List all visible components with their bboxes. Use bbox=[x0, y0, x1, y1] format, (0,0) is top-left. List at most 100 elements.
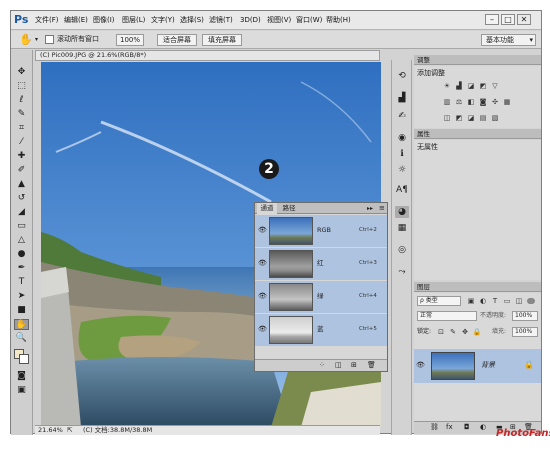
brightness-icon[interactable]: ☀ bbox=[442, 82, 452, 91]
histogram-icon[interactable]: ▟ bbox=[395, 92, 409, 104]
path-select-tool-icon[interactable]: ➤ bbox=[14, 291, 29, 302]
menu-filter[interactable]: 滤镜(T) bbox=[209, 14, 233, 26]
quick-mask-icon[interactable]: ◙ bbox=[14, 371, 29, 382]
hand-tool-icon[interactable]: ✋ bbox=[14, 319, 29, 330]
fx-icon[interactable]: fx bbox=[446, 423, 453, 431]
adjust-light-icon[interactable]: ☼ bbox=[395, 164, 409, 176]
menu-select[interactable]: 选择(S) bbox=[180, 14, 204, 26]
exposure-icon[interactable]: ◩ bbox=[478, 82, 488, 91]
brush-preset-icon[interactable]: ✍ bbox=[395, 110, 409, 122]
channel-row-green[interactable]: 👁 绿 Ctrl+4 bbox=[255, 281, 387, 313]
levels-icon[interactable]: ▟ bbox=[454, 82, 464, 91]
lasso-tool-icon[interactable]: ℓ bbox=[14, 95, 29, 106]
channel-mixer-icon[interactable]: ✣ bbox=[490, 98, 500, 107]
swatches-icon[interactable]: ▦ bbox=[395, 222, 409, 234]
brush-tool-icon[interactable]: ✐ bbox=[14, 165, 29, 176]
zoom-tool-icon[interactable]: 🔍 bbox=[14, 333, 29, 344]
blend-mode-select[interactable]: 正常 bbox=[417, 311, 477, 321]
photo-filter-icon[interactable]: ◙ bbox=[478, 98, 488, 107]
quick-select-tool-icon[interactable]: ✎ bbox=[14, 109, 29, 120]
hue-sat-icon[interactable]: ▥ bbox=[442, 98, 452, 107]
minimize-button[interactable]: – bbox=[485, 14, 499, 25]
maximize-button[interactable]: □ bbox=[501, 14, 515, 25]
delete-channel-icon[interactable]: 🗑 bbox=[367, 361, 376, 369]
zoom-100-button[interactable]: 100% bbox=[116, 34, 144, 46]
lock-transparency-icon[interactable]: ⊡ bbox=[436, 328, 446, 337]
threshold-icon[interactable]: ◪ bbox=[466, 114, 476, 123]
filter-type-icon[interactable]: T bbox=[490, 297, 500, 306]
document-tab[interactable]: (C) Pic009.JPG @ 21.6%(RGB/8*) bbox=[35, 50, 380, 61]
lock-all-icon[interactable]: 🔒 bbox=[472, 328, 482, 337]
posterize-icon[interactable]: ◩ bbox=[454, 114, 464, 123]
dodge-tool-icon[interactable]: ● bbox=[14, 249, 29, 260]
menu-3d[interactable]: 3D(D) bbox=[240, 14, 261, 26]
lock-brush-icon[interactable]: ✎ bbox=[448, 328, 458, 337]
link-layers-icon[interactable]: ⛓ bbox=[430, 423, 439, 431]
history-icon[interactable]: ⟲ bbox=[395, 70, 409, 82]
zoom-readout[interactable]: 21.64% bbox=[38, 426, 63, 435]
filter-pixel-icon[interactable]: ▣ bbox=[466, 297, 476, 306]
panel-menu-icon[interactable]: ≡ bbox=[379, 204, 385, 213]
screen-mode-icon[interactable]: ▣ bbox=[14, 385, 29, 396]
gradient-map-icon[interactable]: ▤ bbox=[478, 114, 488, 123]
load-selection-icon[interactable]: ⁘ bbox=[319, 361, 325, 369]
eraser-tool-icon[interactable]: ◢ bbox=[14, 207, 29, 218]
mask-icon[interactable]: ◘ bbox=[464, 423, 470, 431]
layer-filter-select[interactable]: ρ 类型 bbox=[417, 296, 461, 306]
tab-paths[interactable]: 路径 bbox=[279, 203, 299, 214]
scroll-all-checkbox[interactable] bbox=[45, 35, 54, 44]
fill-screen-button[interactable]: 填充屏幕 bbox=[202, 34, 242, 46]
collapse-icon[interactable]: ▸▸ bbox=[367, 204, 373, 213]
layer-row-background[interactable]: 👁 背景 🔒 bbox=[414, 349, 541, 383]
stamp-tool-icon[interactable]: ▲ bbox=[14, 179, 29, 190]
save-selection-icon[interactable]: ◫ bbox=[335, 361, 342, 369]
channel-row-rgb[interactable]: 👁 RGB Ctrl+2 bbox=[255, 215, 387, 247]
eye-icon[interactable]: 👁 bbox=[258, 259, 267, 268]
filter-shape-icon[interactable]: ▭ bbox=[502, 297, 512, 306]
filter-toggle[interactable] bbox=[527, 298, 535, 304]
filter-adjust-icon[interactable]: ◐ bbox=[478, 297, 488, 306]
menu-window[interactable]: 窗口(W) bbox=[296, 14, 322, 26]
fill-input[interactable]: 100% bbox=[512, 327, 538, 337]
new-channel-icon[interactable]: ⊞ bbox=[351, 361, 357, 369]
menu-view[interactable]: 视图(V) bbox=[267, 14, 291, 26]
menu-help[interactable]: 帮助(H) bbox=[326, 14, 351, 26]
adjustment-layer-icon[interactable]: ◐ bbox=[480, 423, 486, 431]
eyedropper-tool-icon[interactable]: ⁄ bbox=[14, 137, 29, 148]
menu-file[interactable]: 文件(F) bbox=[35, 14, 59, 26]
color-lookup-icon[interactable]: ▦ bbox=[502, 98, 512, 107]
channel-row-red[interactable]: 👁 红 Ctrl+3 bbox=[255, 248, 387, 280]
tab-channels[interactable]: 通道 bbox=[257, 203, 277, 214]
workspace-select[interactable]: 基本功能 ▾ bbox=[481, 34, 536, 46]
marquee-tool-icon[interactable]: ⬚ bbox=[14, 81, 29, 92]
color-icon[interactable]: ◉ bbox=[395, 132, 409, 144]
menu-type[interactable]: 文字(Y) bbox=[151, 14, 175, 26]
styles-icon[interactable]: ◎ bbox=[395, 244, 409, 256]
crop-tool-icon[interactable]: ⌗ bbox=[14, 123, 29, 134]
menu-layer[interactable]: 图层(L) bbox=[122, 14, 145, 26]
export-icon[interactable]: ⇱ bbox=[67, 426, 72, 435]
selective-color-icon[interactable]: ▧ bbox=[490, 114, 500, 123]
eye-icon[interactable]: 👁 bbox=[258, 292, 267, 301]
healing-tool-icon[interactable]: ✚ bbox=[14, 151, 29, 162]
color-balance-icon[interactable]: ⚖ bbox=[454, 98, 464, 107]
close-button[interactable]: ✕ bbox=[517, 14, 531, 25]
lock-move-icon[interactable]: ✥ bbox=[460, 328, 470, 337]
type-tool-icon[interactable]: T bbox=[14, 277, 29, 288]
eye-icon[interactable]: 👁 bbox=[258, 325, 267, 334]
hand-icon[interactable]: ✋ bbox=[19, 33, 33, 46]
menu-image[interactable]: 图像(I) bbox=[93, 14, 115, 26]
gradient-tool-icon[interactable]: ▭ bbox=[14, 221, 29, 232]
character-icon[interactable]: A¶ bbox=[395, 184, 409, 196]
menu-edit[interactable]: 编辑(E) bbox=[64, 14, 88, 26]
filter-smart-icon[interactable]: ◫ bbox=[514, 297, 524, 306]
chevron-down-icon[interactable]: ▾ bbox=[35, 36, 38, 44]
fit-screen-button[interactable]: 适合屏幕 bbox=[157, 34, 197, 46]
channel-row-blue[interactable]: 👁 蓝 Ctrl+5 bbox=[255, 314, 387, 346]
move-tool-icon[interactable]: ✥ bbox=[14, 67, 29, 78]
black-white-icon[interactable]: ◧ bbox=[466, 98, 476, 107]
paths-icon[interactable]: ⤳ bbox=[395, 266, 409, 278]
invert-icon[interactable]: ◫ bbox=[442, 114, 452, 123]
history-brush-tool-icon[interactable]: ↺ bbox=[14, 193, 29, 204]
curves-icon[interactable]: ◪ bbox=[466, 82, 476, 91]
